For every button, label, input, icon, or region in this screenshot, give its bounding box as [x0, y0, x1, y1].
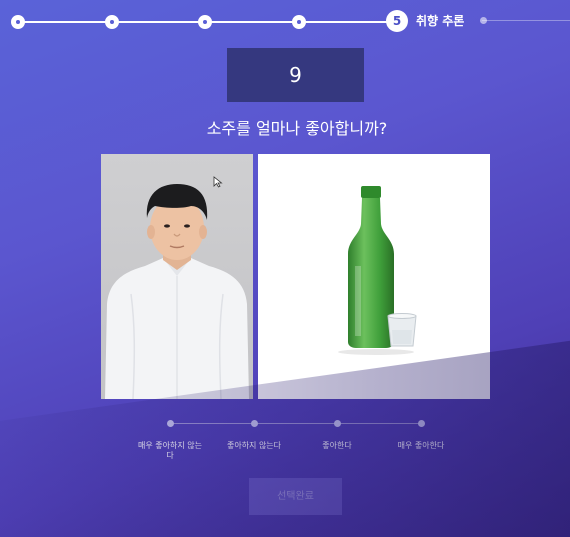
soju-photo: [258, 154, 490, 399]
progress-line-remaining: [482, 20, 570, 21]
person-photo: [101, 154, 253, 399]
question-text: 소주를 얼마나 좋아합니까?: [206, 119, 388, 138]
step-2-dot: [105, 15, 119, 29]
soju-bottle-illustration: [338, 186, 417, 355]
rating-option-1-label[interactable]: 매우 좋아하지 않는다: [137, 441, 203, 461]
rating-scale: 매우 좋아하지 않는다 좋아하지 않는다 좋아한다 매우 좋아한다: [0, 412, 570, 472]
rating-option-1-dot[interactable]: [167, 420, 174, 427]
rating-option-2-dot[interactable]: [251, 420, 258, 427]
rating-option-4-dot[interactable]: [418, 420, 425, 427]
rating-option-3-label[interactable]: 좋아한다: [297, 441, 377, 451]
question-counter: 9: [227, 48, 364, 102]
rating-option-2-label[interactable]: 좋아하지 않는다: [214, 441, 294, 451]
submit-button[interactable]: 선택완료: [249, 478, 342, 515]
step-3-dot: [198, 15, 212, 29]
progress-stepper: 5 취향 추론: [0, 0, 570, 44]
rating-option-3-dot[interactable]: [334, 420, 341, 427]
rating-scale-track: [170, 423, 421, 424]
current-step-number: 5: [386, 10, 408, 32]
step-6-dot: [480, 17, 487, 24]
survey-page: 5 취향 추론 9 소주를 얼마나 좋아합니까? 매우 좋아하지 않는다 좋아하…: [0, 0, 570, 537]
rating-option-4-label[interactable]: 매우 좋아한다: [381, 441, 461, 451]
person-illustration: [105, 184, 249, 399]
step-1-dot: [11, 15, 25, 29]
step-4-dot: [292, 15, 306, 29]
current-step-label: 취향 추론: [416, 14, 465, 28]
mouse-cursor-icon: [213, 176, 223, 188]
